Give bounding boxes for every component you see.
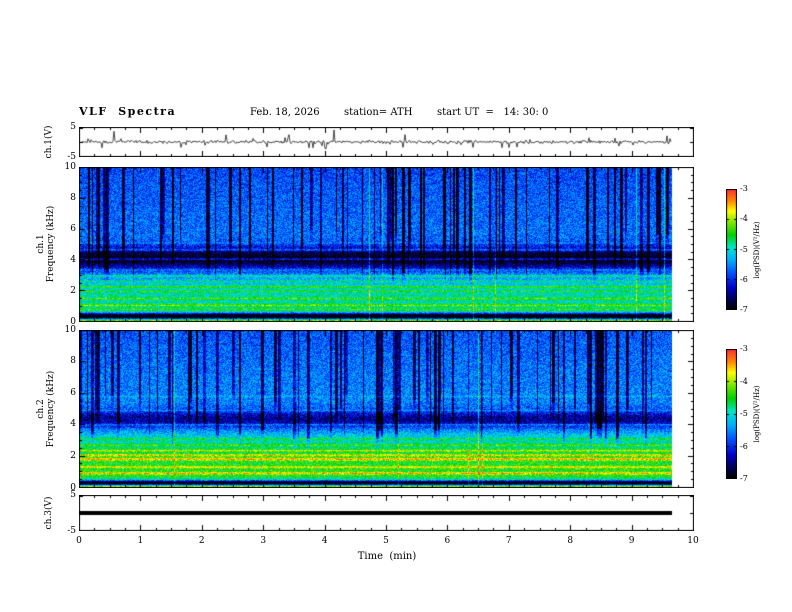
colorbar-tick-label: -3 bbox=[740, 185, 748, 193]
colorbar-tick-label: -6 bbox=[740, 443, 748, 451]
ch1-frequency-axis-label: ch.1 Frequency (kHz) bbox=[36, 206, 56, 283]
y-tick-label: 4 bbox=[70, 256, 76, 265]
x-tick-label: 6 bbox=[445, 537, 451, 546]
y-tick-label: 2 bbox=[70, 287, 76, 296]
x-tick-label: 10 bbox=[687, 537, 698, 546]
ch2-frequency-axis-label: ch.2 Frequency (kHz) bbox=[36, 371, 56, 448]
x-tick-label: 5 bbox=[383, 537, 389, 546]
colorbar-tick-label: -7 bbox=[740, 306, 748, 314]
x-tick-label: 7 bbox=[506, 537, 512, 546]
colorbar-tick-label: -3 bbox=[740, 345, 748, 353]
ch3-waveform-plot bbox=[79, 495, 694, 531]
colorbar-tick-label: -7 bbox=[740, 475, 748, 483]
y-tick-label: 8 bbox=[70, 194, 76, 203]
ch1-voltage-axis-label: ch.1(V) bbox=[44, 126, 54, 159]
colorbar1-axis-label: log(PSD)(V²/Hz) bbox=[753, 222, 761, 279]
figure-date: Feb. 18, 2026 bbox=[250, 107, 320, 118]
x-tick-label: 1 bbox=[138, 537, 144, 546]
colorbar-tick-label: -5 bbox=[740, 410, 748, 418]
y-tick-label: -5 bbox=[67, 527, 76, 536]
start-ut-label: start UT = 14: 30: 0 bbox=[437, 107, 548, 118]
colorbar-tick-label: -5 bbox=[740, 246, 748, 254]
ch1-waveform-plot bbox=[79, 127, 694, 157]
x-tick-label: 8 bbox=[567, 537, 573, 546]
time-axis-label: Time (min) bbox=[358, 551, 417, 562]
x-tick-label: 3 bbox=[260, 537, 266, 546]
colorbar2-axis-label: log(PSD)(V²/Hz) bbox=[753, 386, 761, 443]
y-tick-label: 0 bbox=[70, 484, 76, 493]
y-tick-label: 6 bbox=[70, 389, 76, 398]
colorbar-tick-label: -4 bbox=[740, 378, 748, 386]
y-tick-label: -5 bbox=[67, 153, 76, 162]
ch1-spectrogram-plot bbox=[79, 167, 694, 322]
y-tick-label: 10 bbox=[65, 326, 76, 335]
y-tick-label: 4 bbox=[70, 420, 76, 429]
ch2-colorbar bbox=[726, 349, 737, 479]
colorbar-tick-label: -6 bbox=[740, 276, 748, 284]
ch2-spectrogram-plot bbox=[79, 330, 694, 488]
x-tick-label: 4 bbox=[322, 537, 328, 546]
y-tick-label: 6 bbox=[70, 225, 76, 234]
station-label: station= ATH bbox=[344, 107, 412, 118]
colorbar-tick-label: -4 bbox=[740, 215, 748, 223]
x-tick-label: 9 bbox=[629, 537, 635, 546]
y-tick-label: 8 bbox=[70, 357, 76, 366]
y-tick-label: 2 bbox=[70, 452, 76, 461]
y-tick-label: 10 bbox=[65, 163, 76, 172]
vlf-spectra-figure: VLF Spectra Feb. 18, 2026 station= ATH s… bbox=[0, 0, 792, 612]
x-tick-label: 0 bbox=[76, 537, 82, 546]
ch3-voltage-axis-label: ch.3(V) bbox=[44, 497, 54, 530]
y-tick-label: 5 bbox=[70, 491, 76, 500]
y-tick-label: 5 bbox=[70, 123, 76, 132]
x-tick-label: 2 bbox=[199, 537, 205, 546]
y-tick-label: 0 bbox=[70, 318, 76, 327]
ch1-colorbar bbox=[726, 189, 737, 310]
figure-title: VLF Spectra bbox=[79, 105, 176, 118]
